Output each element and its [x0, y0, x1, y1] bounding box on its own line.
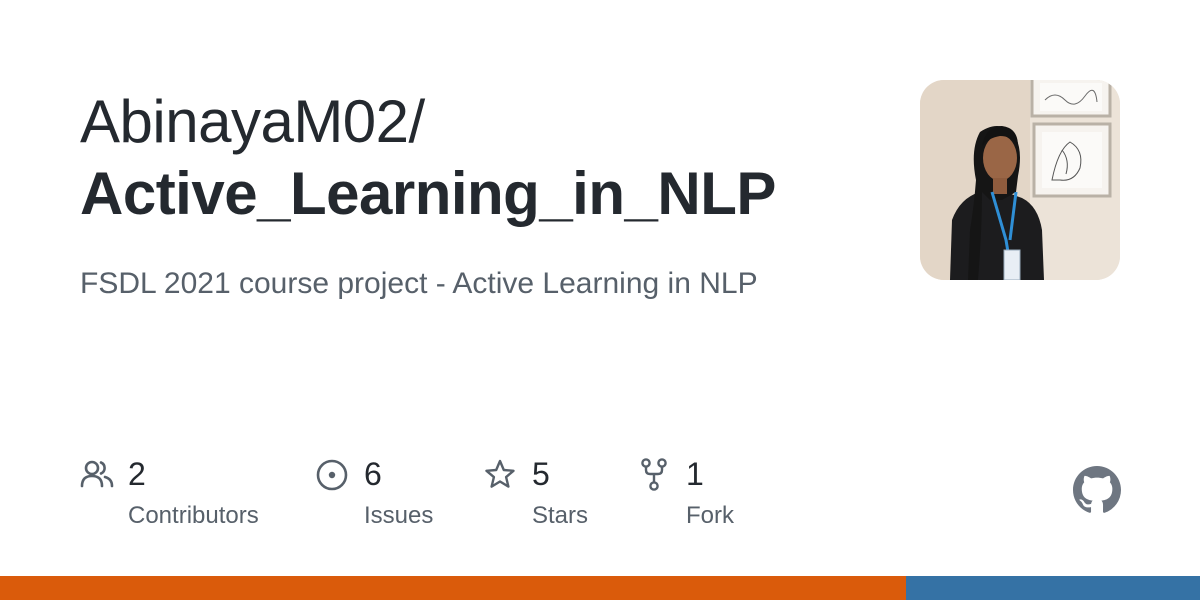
issues-label: Issues [364, 502, 434, 529]
github-logo-icon[interactable] [1073, 466, 1121, 514]
forks-count: 1 [686, 456, 704, 492]
issues-count: 6 [364, 456, 382, 492]
star-icon [485, 459, 515, 488]
repo-description: FSDL 2021 course project - Active Learni… [80, 267, 758, 300]
repo-name[interactable]: Active_Learning_in_NLP [80, 158, 776, 230]
forks-label: Fork [686, 502, 734, 529]
language-bar [0, 576, 1200, 600]
people-icon [80, 460, 114, 488]
language-segment-python [0, 576, 906, 600]
stars-count: 5 [532, 456, 550, 492]
avatar-photo [920, 80, 1120, 280]
repo-owner[interactable]: AbinayaM02/ [80, 86, 425, 158]
stars-label: Stars [532, 502, 589, 529]
language-segment-notebook [906, 576, 1200, 600]
contributors-label: Contributors [128, 502, 259, 529]
issue-opened-icon [316, 459, 348, 491]
contributors-count: 2 [128, 456, 146, 492]
repo-forked-icon [641, 458, 667, 491]
owner-avatar[interactable] [920, 80, 1120, 280]
